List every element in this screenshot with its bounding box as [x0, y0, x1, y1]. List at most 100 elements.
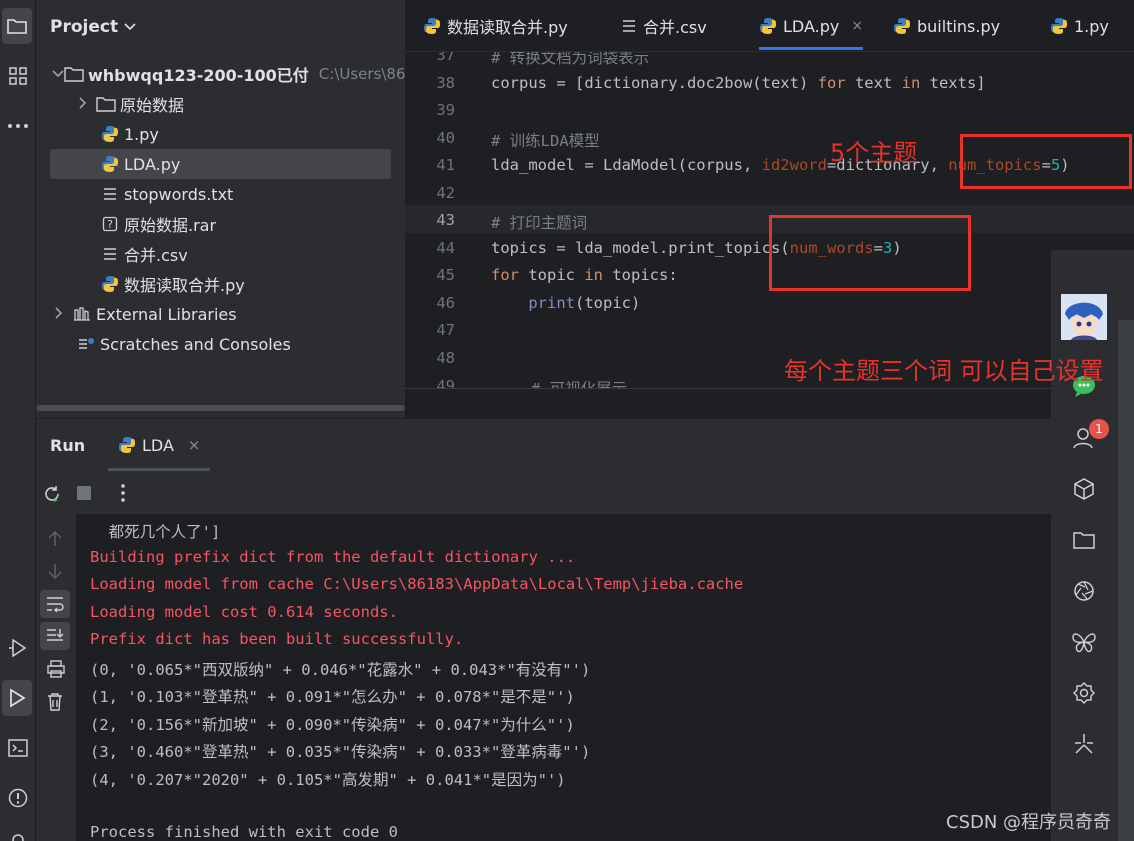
tree-item-file[interactable]: 数据读取合并.py [36, 269, 405, 299]
code-keyword: for [817, 74, 846, 92]
code-keyword: in [901, 74, 921, 92]
code-comment: # 训练LDA模型 [491, 132, 600, 150]
tab-1-py[interactable]: 1.py [1050, 0, 1109, 52]
tree-item-file[interactable]: 1.py [36, 119, 405, 149]
terminal-icon [8, 739, 28, 757]
scroll-to-end-button[interactable] [40, 622, 70, 650]
console-line: (4, '0.207*"2020" + 0.105*"高发期" + 0.041*… [90, 771, 566, 789]
tree-item-label: 合并.csv [124, 246, 188, 265]
chevron-down-icon [52, 67, 64, 81]
terminal-tool-button[interactable] [0, 730, 36, 766]
folder-icon [64, 66, 84, 82]
files-button[interactable] [1066, 522, 1102, 558]
code-text: (topic) [575, 294, 641, 312]
folder-icon [7, 19, 27, 34]
code-line-46: print(topic) [491, 294, 640, 312]
avatar[interactable] [1061, 294, 1107, 340]
scratch-icon [76, 336, 96, 352]
plugin-button[interactable] [1066, 675, 1102, 711]
code-line-45: for topic in topics: [491, 266, 678, 284]
console-line: (1, '0.103*"登革热" + 0.091*"怎么办" + 0.078*"… [90, 688, 575, 706]
structure-tool-button[interactable] [0, 58, 36, 94]
console-line: Building prefix dict from the default di… [90, 548, 576, 566]
line-number: 39 [436, 101, 455, 119]
git-tool-button[interactable] [0, 822, 36, 841]
butterfly-button[interactable] [1066, 624, 1102, 660]
arrow-up-icon[interactable] [47, 530, 63, 548]
sparkle-icon [1075, 734, 1093, 754]
run-tab-lda[interactable]: LDA × [107, 419, 212, 471]
code-text: topics = lda_model.print_topics( [491, 239, 790, 257]
tab-label: LDA.py [783, 16, 840, 36]
chevron-right-icon [76, 96, 90, 112]
tab-data-merge[interactable]: 数据读取合并.py [423, 0, 568, 52]
avatar-image-icon [1061, 294, 1107, 340]
run-console-output[interactable]: 都死几个人了'] Building prefix dict from the d… [76, 514, 1051, 841]
code-keyword: for [491, 266, 519, 284]
python-file-icon [424, 18, 440, 34]
tree-item-file[interactable]: ? 原始数据.rar [36, 209, 405, 239]
tree-item-file-selected[interactable]: LDA.py [50, 149, 391, 179]
editor-bottom-area [405, 388, 1134, 418]
tab-builtins-py[interactable]: builtins.py [893, 0, 1000, 52]
print-icon[interactable] [46, 660, 66, 678]
problems-tool-button[interactable] [0, 780, 36, 816]
soft-wrap-button[interactable] [40, 590, 70, 618]
folder-icon [1073, 532, 1095, 549]
package-button[interactable] [1066, 471, 1102, 507]
more-tools-button[interactable] [0, 108, 36, 144]
close-icon[interactable]: × [188, 436, 201, 454]
tree-item-label: 原始数据.rar [124, 216, 217, 235]
run-tool-button[interactable] [2, 680, 32, 716]
run-tab-label: LDA [142, 435, 174, 455]
annotation-box-num-words [769, 215, 971, 291]
tree-item-external-libraries[interactable]: External Libraries [36, 299, 405, 329]
code-editor[interactable]: 37 38 39 40 41 42 43 44 45 46 47 48 49 #… [405, 52, 1134, 388]
trash-icon[interactable] [46, 692, 64, 712]
svg-text:?: ? [107, 218, 113, 231]
tab-label: 1.py [1074, 16, 1109, 36]
tree-item-folder[interactable]: 原始数据 [36, 89, 405, 119]
tab-lda-py[interactable]: LDA.py × [759, 0, 864, 52]
tree-item-file[interactable]: 合并.csv [36, 239, 405, 269]
console-line: (0, '0.065*"西双版纳" + 0.046*"花露水" + 0.043*… [90, 661, 591, 679]
services-tool-button[interactable] [0, 630, 36, 666]
tree-item-project-root[interactable]: whbwqq123-200-100已付 C:\Users\86 [36, 59, 405, 89]
tree-item-scratches[interactable]: Scratches and Consoles [36, 329, 405, 359]
code-text: topics: [603, 266, 678, 284]
project-tool-button[interactable] [2, 8, 32, 44]
console-line: 都死几个人了'] [90, 523, 221, 541]
tree-item-label: 原始数据 [120, 96, 185, 115]
python-file-icon [1051, 18, 1067, 34]
console-line: (3, '0.460*"登革热" + 0.035*"传染病" + 0.033*"… [90, 743, 591, 761]
project-panel-header[interactable]: Project [50, 17, 136, 37]
aperture-button[interactable] [1066, 573, 1102, 609]
rerun-icon[interactable] [42, 484, 62, 504]
tree-item-file[interactable]: stopwords.txt [36, 179, 405, 209]
close-icon[interactable]: × [851, 18, 863, 34]
tree-item-path: C:\Users\86 [318, 65, 405, 83]
folder-icon [96, 96, 116, 112]
more-vertical-icon[interactable] [120, 483, 126, 503]
tab-label: builtins.py [917, 16, 1001, 36]
run-panel-header: Run LDA × [36, 418, 1051, 472]
project-horizontal-scrollbar[interactable] [36, 405, 405, 413]
console-line: Loading model cost 0.614 seconds. [90, 603, 398, 621]
arrow-down-icon[interactable] [47, 562, 63, 580]
run-panel-title: Run [50, 436, 86, 455]
console-line: (2, '0.156*"新加坡" + 0.090*"传染病" + 0.047*"… [90, 716, 575, 734]
right-scroll-strip [1118, 320, 1134, 841]
stop-icon[interactable] [76, 485, 92, 501]
tab-merged-csv[interactable]: 合并.csv [621, 0, 707, 52]
code-text: topic [519, 266, 585, 284]
line-number: 38 [436, 74, 455, 92]
butterfly-icon [1072, 633, 1096, 653]
code-comment: # 可视化展示 [531, 377, 627, 388]
structure-icon [9, 67, 27, 85]
line-number: 44 [436, 239, 455, 257]
code-text: texts] [920, 74, 986, 92]
line-number: 47 [436, 321, 455, 339]
sparkle-button[interactable] [1066, 726, 1102, 762]
console-line: Process finished with exit code 0 [90, 823, 398, 841]
run-side-toolbar [36, 514, 76, 841]
